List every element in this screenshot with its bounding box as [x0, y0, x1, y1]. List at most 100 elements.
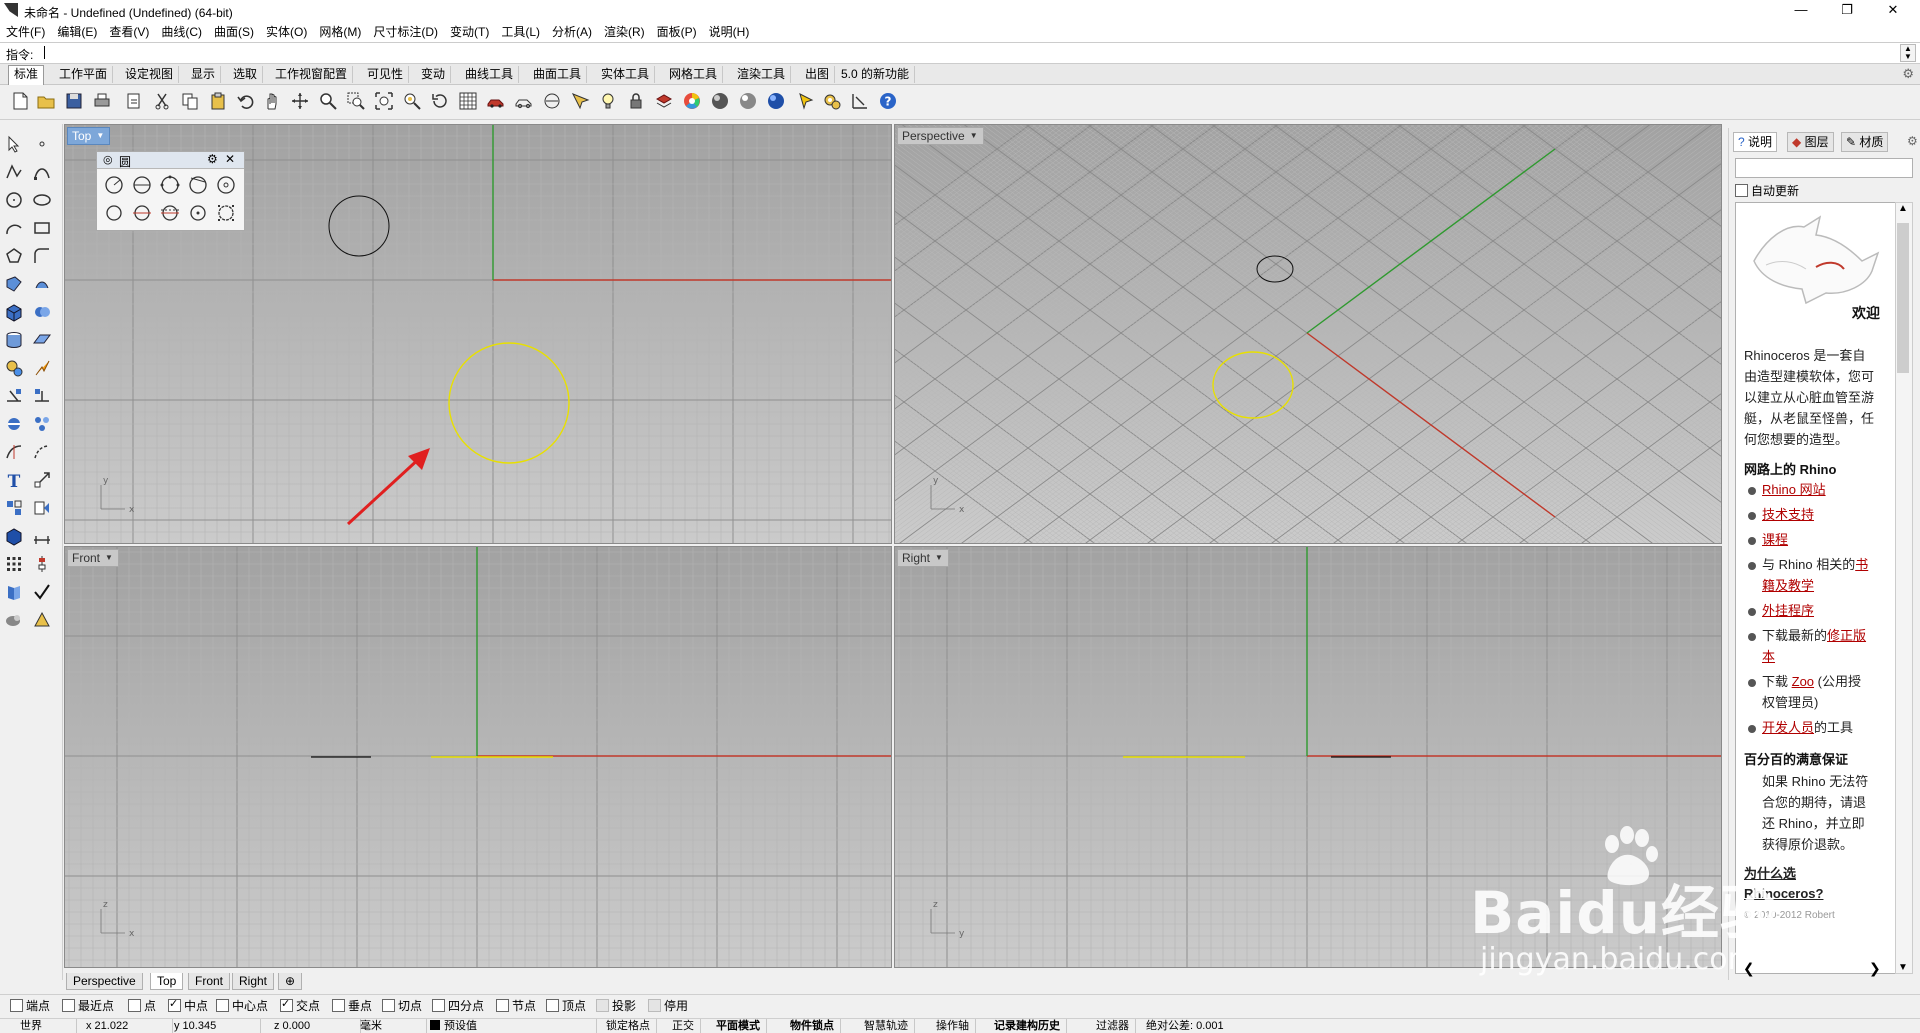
osnap-knot-checkbox[interactable]: [496, 999, 509, 1012]
auto-update-checkbox[interactable]: [1735, 184, 1748, 197]
toolbar-tab-transform[interactable]: 变动: [416, 66, 452, 83]
osnap-center-checkbox[interactable]: [216, 999, 229, 1012]
status-filter[interactable]: 过滤器: [1090, 1019, 1136, 1033]
viewport-menu-dropdown-icon[interactable]: ▼: [95, 128, 105, 142]
vtab-perspective[interactable]: Perspective: [66, 973, 143, 990]
osnap-mid[interactable]: 中点: [168, 997, 208, 1013]
osnap-disable-checkbox[interactable]: [648, 999, 661, 1012]
light-gears-icon[interactable]: [4, 358, 24, 378]
viewport-label-right[interactable]: Right ▼: [897, 549, 950, 567]
material-sphere-icon[interactable]: [738, 91, 758, 111]
menu-edit[interactable]: 编辑(E): [51, 22, 103, 42]
gumball-icon[interactable]: [32, 554, 52, 574]
join-icon[interactable]: [32, 442, 52, 462]
curve-control-points-icon[interactable]: [32, 162, 52, 182]
polyline-icon[interactable]: [4, 162, 24, 182]
front-viewport-canvas[interactable]: xz: [65, 547, 891, 967]
osnap-int-checkbox[interactable]: [280, 997, 293, 1012]
why-rhino-link-1[interactable]: 为什么选: [1744, 863, 1796, 884]
viewport-label-perspective[interactable]: Perspective ▼: [897, 127, 984, 145]
pan-hand-icon[interactable]: [262, 91, 282, 111]
circle-vertical-icon[interactable]: [215, 174, 237, 196]
add-viewport-tab-icon[interactable]: ⊕: [278, 973, 303, 990]
toolbar-tab-visibility[interactable]: 可见性: [362, 66, 410, 83]
open-file-icon[interactable]: [36, 91, 56, 111]
osnap-vertex-checkbox[interactable]: [546, 999, 559, 1012]
toolbar-tab-drafting[interactable]: 出图: [800, 66, 836, 83]
command-line[interactable]: 指令: ▲ ▼: [0, 42, 1920, 64]
mesh-cylinder-icon[interactable]: [4, 330, 24, 350]
help-scrollbar[interactable]: ▲ ▼: [1895, 202, 1913, 974]
menu-solid[interactable]: 实体(O): [260, 22, 313, 42]
boolean-icon[interactable]: [32, 302, 52, 322]
close-button[interactable]: ✕: [1870, 0, 1916, 22]
toolbar-tab-new-in-v5[interactable]: 5.0 的新功能: [836, 66, 916, 83]
flash-render-icon[interactable]: [32, 358, 52, 378]
osnap-end-checkbox[interactable]: [10, 999, 23, 1012]
link-books[interactable]: 与 Rhino 相关的书: [1762, 554, 1868, 575]
link-rhino-site[interactable]: Rhino 网站: [1762, 479, 1826, 500]
status-layer[interactable]: 预设值: [424, 1019, 597, 1033]
vtab-right[interactable]: Right: [232, 973, 275, 990]
help-forward-icon[interactable]: ❯: [1869, 960, 1881, 977]
render-light-icon[interactable]: [32, 610, 52, 630]
extrude-surface-icon[interactable]: [32, 274, 52, 294]
circle-tangent-icon[interactable]: [187, 174, 209, 196]
toolbar-tab-render-tools[interactable]: 渲染工具: [732, 66, 792, 83]
undo-view-icon[interactable]: [430, 91, 450, 111]
trim-icon[interactable]: [4, 442, 24, 462]
box-solid-icon[interactable]: [4, 302, 24, 322]
panel-tab-materials[interactable]: ✎ 材质: [1841, 132, 1889, 152]
undo-icon[interactable]: [236, 91, 256, 111]
help-back-icon[interactable]: ❮: [1743, 960, 1755, 977]
right-viewport-canvas[interactable]: yz: [895, 547, 1721, 967]
arc-icon[interactable]: [4, 218, 24, 238]
menu-render[interactable]: 渲染(R): [598, 22, 651, 42]
explode-icon[interactable]: [32, 414, 52, 434]
toolbar-tab-surface-tools[interactable]: 曲面工具: [528, 66, 588, 83]
sweep-icon[interactable]: [4, 582, 24, 602]
osnap-perp[interactable]: 垂点: [332, 999, 372, 1013]
link-service-release-cont[interactable]: 本: [1762, 646, 1775, 667]
split-icon[interactable]: [4, 414, 24, 434]
scroll-up-icon[interactable]: ▲: [1898, 203, 1908, 214]
toolbar-tab-viewport-layout[interactable]: 工作视窗配置: [270, 66, 354, 83]
link-zoo[interactable]: 下载 Zoo (公用授: [1762, 671, 1861, 692]
link-text[interactable]: 开发人员: [1762, 720, 1814, 735]
menu-analyze[interactable]: 分析(A): [546, 22, 598, 42]
car-shaded-icon[interactable]: [486, 91, 506, 111]
circle-panel-header[interactable]: ◎ 圆 ⚙ ✕: [97, 152, 244, 169]
distance-icon[interactable]: [32, 526, 52, 546]
minimize-button[interactable]: —: [1778, 0, 1824, 22]
copy-icon[interactable]: [180, 91, 200, 111]
text-tool-icon[interactable]: T: [4, 470, 24, 490]
status-osnap[interactable]: 物件锁点: [784, 1019, 841, 1033]
osnap-quad[interactable]: 四分点: [432, 999, 484, 1013]
circle-diameter-icon[interactable]: [131, 174, 153, 196]
link-text[interactable]: Zoo: [1792, 674, 1814, 689]
status-grid-snap[interactable]: 锁定格点: [600, 1019, 657, 1033]
osnap-mid-checkbox[interactable]: [168, 997, 181, 1012]
why-rhino-link-2[interactable]: Rhinoceros?: [1744, 883, 1823, 904]
link-developers[interactable]: 开发人员的工具: [1762, 717, 1853, 738]
viewport-menu-dropdown-icon[interactable]: ▼: [934, 550, 944, 564]
lock-icon[interactable]: [626, 91, 646, 111]
shaded-mode-icon[interactable]: [4, 610, 24, 630]
status-cplane[interactable]: 世界: [14, 1019, 77, 1033]
viewport-perspective[interactable]: xy Perspective ▼: [894, 124, 1722, 544]
menu-curve[interactable]: 曲线(C): [155, 22, 208, 42]
toolbar-tab-solid-tools[interactable]: 实体工具: [596, 66, 656, 83]
menu-dimension[interactable]: 尺寸标注(D): [367, 22, 444, 42]
link-courses[interactable]: 课程: [1762, 529, 1788, 550]
panel-gear-icon[interactable]: ⚙: [207, 152, 218, 166]
circle-tool-icon[interactable]: [4, 190, 24, 210]
cplane-icon[interactable]: [542, 91, 562, 111]
status-ortho[interactable]: 正交: [666, 1019, 701, 1033]
vtab-front[interactable]: Front: [188, 973, 231, 990]
circle-deformable-icon[interactable]: [187, 202, 209, 224]
viewport-menu-dropdown-icon[interactable]: ▼: [104, 550, 114, 564]
toolbar-settings-gear-icon[interactable]: ⚙: [1902, 66, 1914, 82]
viewport-front[interactable]: xz Front ▼: [64, 546, 892, 968]
new-file-icon[interactable]: [10, 91, 30, 111]
environment-sphere-icon[interactable]: [766, 91, 786, 111]
